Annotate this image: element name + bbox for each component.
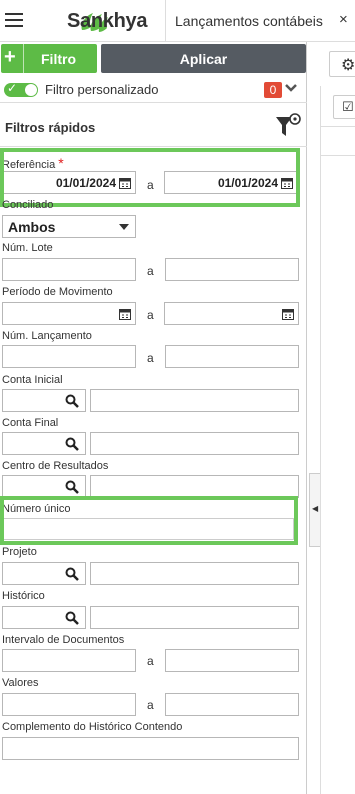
num-lancamento-to-field[interactable] (165, 345, 299, 368)
check-icon: ✓ (7, 81, 18, 95)
quick-filters-header: Filtros rápidos (0, 104, 307, 147)
top-bar: Sankhya Lançamentos contábeis × (0, 0, 355, 42)
brand-name: Sankhya (67, 10, 148, 32)
search-icon[interactable] (65, 394, 79, 408)
search-icon[interactable] (65, 611, 79, 625)
historico-label: Histórico (2, 590, 45, 602)
filter-panel: + Filtro Aplicar ✓ Filtro personalizado … (0, 42, 307, 794)
toggle-knob (25, 84, 37, 96)
periodo-to-date-field[interactable] (164, 302, 299, 325)
range-separator: a (147, 264, 154, 278)
centro-resultados-label: Centro de Resultados (2, 460, 109, 472)
apply-button-label: Aplicar (179, 51, 228, 67)
search-icon[interactable] (65, 567, 79, 581)
historico-code-field[interactable] (2, 606, 86, 629)
add-filter-button[interactable]: + Filtro (1, 44, 97, 73)
conta-final-description-field[interactable] (90, 432, 299, 455)
valores-to-field[interactable] (165, 693, 299, 716)
calendar-icon[interactable] (282, 308, 294, 320)
valores-from-field[interactable] (2, 693, 136, 716)
hamburger-menu-icon[interactable] (5, 13, 23, 29)
num-lote-to-field[interactable] (165, 258, 299, 281)
highlight-box-numero-unico (0, 496, 298, 545)
conta-final-code-field[interactable] (2, 432, 86, 455)
checkbox-icon: ☑ (342, 99, 354, 114)
conciliado-select[interactable]: Ambos (2, 215, 136, 238)
grid-header-line (321, 126, 355, 127)
search-icon[interactable] (65, 480, 79, 494)
chevron-down-icon[interactable] (284, 82, 298, 94)
caret-left-icon: ◀ (312, 504, 319, 513)
num-lote-label: Núm. Lote (2, 242, 53, 254)
apply-button[interactable]: Aplicar (101, 44, 306, 73)
filter-settings-icon[interactable] (274, 112, 302, 140)
projeto-description-field[interactable] (90, 562, 299, 585)
centro-resultados-code-field[interactable] (2, 475, 86, 498)
conciliado-selected-value: Ambos (8, 219, 56, 235)
conta-inicial-label: Conta Inicial (2, 374, 63, 386)
grid-row-line (321, 155, 355, 156)
button-divider (23, 44, 24, 73)
select-all-checkbox[interactable]: ☑ (333, 95, 355, 119)
quick-filters-title: Filtros rápidos (5, 120, 96, 135)
plus-icon: + (4, 46, 16, 68)
periodo-from-date-field[interactable] (2, 302, 136, 325)
range-separator: a (147, 698, 154, 712)
conta-inicial-description-field[interactable] (90, 389, 299, 412)
content-divider (320, 86, 321, 794)
num-lancamento-from-field[interactable] (2, 345, 136, 368)
custom-filter-toggle[interactable]: ✓ (4, 81, 38, 97)
range-separator: a (147, 308, 154, 322)
complemento-historico-label: Complemento do Histórico Contendo (2, 721, 183, 733)
range-separator: a (147, 351, 154, 365)
centro-resultados-description-field[interactable] (90, 475, 299, 498)
custom-filter-row: ✓ Filtro personalizado 0 (0, 75, 307, 103)
conciliado-label: Conciliado (2, 199, 54, 211)
periodo-movimento-label: Período de Movimento (2, 286, 113, 298)
complemento-historico-field[interactable] (2, 737, 299, 760)
search-icon[interactable] (65, 437, 79, 451)
valores-label: Valores (2, 677, 39, 689)
num-lote-from-field[interactable] (2, 258, 136, 281)
intervalo-documentos-to-field[interactable] (165, 649, 299, 672)
projeto-code-field[interactable] (2, 562, 86, 585)
num-lancamento-label: Núm. Lançamento (2, 330, 92, 342)
range-separator: a (147, 654, 154, 668)
conta-final-label: Conta Final (2, 417, 59, 429)
tab-label: Lançamentos contábeis (175, 13, 323, 29)
custom-filter-count-badge: 0 (264, 82, 282, 98)
settings-button[interactable]: ⚙ (329, 51, 355, 77)
historico-description-field[interactable] (90, 606, 299, 629)
dropdown-arrow-icon (119, 224, 129, 230)
intervalo-documentos-label: Intervalo de Documentos (2, 634, 125, 646)
close-icon[interactable]: × (339, 11, 348, 28)
custom-filter-label: Filtro personalizado (45, 82, 159, 97)
intervalo-documentos-from-field[interactable] (2, 649, 136, 672)
filter-button-label: Filtro (41, 51, 76, 67)
gear-icon: ⚙ (341, 57, 355, 74)
conta-inicial-code-field[interactable] (2, 389, 86, 412)
calendar-icon[interactable] (119, 308, 131, 320)
projeto-label: Projeto (2, 546, 37, 558)
tab-lancamentos-contabeis[interactable]: Lançamentos contábeis × (165, 0, 348, 42)
